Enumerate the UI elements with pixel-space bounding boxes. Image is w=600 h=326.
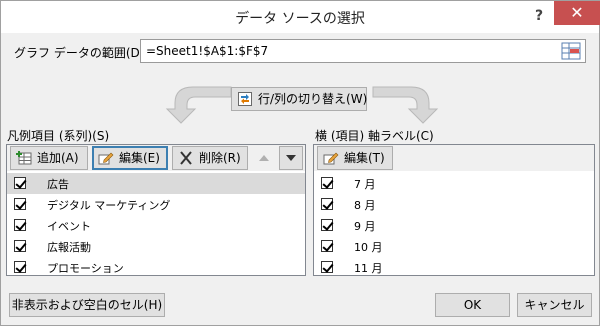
series-name: プロモーション [47,262,124,275]
category-checkbox[interactable] [321,240,333,252]
switch-row-column-button[interactable]: 行/列の切り替え(W) [231,87,367,111]
list-item[interactable]: 広告 [7,173,305,194]
axis-toolbar: 編集(T) [314,145,594,171]
add-series-label: 追加(A) [37,151,79,165]
axis-labels-label: 横 (項目) 軸ラベル(C) [315,129,434,143]
delete-series-label: 削除(R) [199,151,241,165]
legend-entries-label: 凡例項目 (系列)(S) [7,129,110,143]
move-down-button[interactable] [279,146,303,170]
pencil-icon [98,152,114,165]
title-bar: データ ソースの選択 ? ✕ [1,1,600,33]
close-button[interactable]: ✕ [554,1,600,25]
category-name: 8 月 [354,199,376,212]
delete-series-button[interactable]: 削除(R) [172,146,248,170]
chart-range-label: グラフ データの範囲(D): [14,46,149,60]
series-name: イベント [47,220,91,233]
legend-toolbar: 追加(A) 編集(E) 削除(R) [7,145,305,171]
list-item[interactable]: 11 月 [314,257,594,278]
category-checkbox[interactable] [321,198,333,210]
category-checkbox[interactable] [321,219,333,231]
range-select-icon[interactable] [561,42,581,60]
series-name: 広報活動 [47,241,91,254]
help-button[interactable]: ? [528,5,550,27]
list-item[interactable]: プロモーション [7,257,305,278]
edit-series-label: 編集(E) [119,151,160,165]
pencil-icon [323,152,339,165]
list-item[interactable]: 広報活動 [7,236,305,257]
list-item[interactable]: 8 月 [314,194,594,215]
edit-axis-labels-label: 編集(T) [344,151,385,165]
category-name: 11 月 [354,262,383,275]
series-checkbox[interactable] [14,177,26,189]
list-item[interactable]: デジタル マーケティング [7,194,305,215]
dialog-title: データ ソースの選択 [235,11,365,27]
add-table-icon [16,151,32,165]
edit-series-button[interactable]: 編集(E) [92,146,168,170]
series-checkbox[interactable] [14,240,26,252]
chart-range-input[interactable]: =Sheet1!$A$1:$F$7 [140,39,586,63]
legend-list: 広告 デジタル マーケティング イベント 広報活動 プロモーション [7,173,305,278]
hidden-empty-cells-button[interactable]: 非表示および空白のセル(H) [9,293,165,317]
select-data-source-dialog: データ ソースの選択 ? ✕ グラフ データの範囲(D): =Sheet1!$A… [0,0,600,326]
series-checkbox[interactable] [14,261,26,273]
category-checkbox[interactable] [321,261,333,273]
edit-axis-labels-button[interactable]: 編集(T) [317,146,393,170]
ok-button[interactable]: OK [435,293,510,317]
curved-arrow-left-icon [165,86,232,124]
category-name: 9 月 [354,220,376,233]
list-item[interactable]: 7 月 [314,173,594,194]
series-checkbox[interactable] [14,219,26,231]
x-icon [180,151,192,165]
list-item[interactable]: イベント [7,215,305,236]
curved-arrow-right-icon [372,86,439,124]
cancel-button[interactable]: キャンセル [517,293,592,317]
move-up-button[interactable] [252,146,276,170]
switch-row-column-label: 行/列の切り替え(W) [258,92,368,106]
category-name: 10 月 [354,241,383,254]
legend-entries-panel: 追加(A) 編集(E) 削除(R) 広告 デジタル マーケティング イベント 広… [6,144,306,276]
list-item[interactable]: 10 月 [314,236,594,257]
list-item[interactable]: 9 月 [314,215,594,236]
swap-rows-columns-icon [238,92,252,106]
add-series-button[interactable]: 追加(A) [10,146,88,170]
axis-list: 7 月 8 月 9 月 10 月 11 月 [314,173,594,278]
series-checkbox[interactable] [14,198,26,210]
category-name: 7 月 [354,178,376,191]
series-name: 広告 [47,178,69,191]
axis-labels-panel: 編集(T) 7 月 8 月 9 月 10 月 11 月 [313,144,595,276]
category-checkbox[interactable] [321,177,333,189]
series-name: デジタル マーケティング [47,199,171,212]
